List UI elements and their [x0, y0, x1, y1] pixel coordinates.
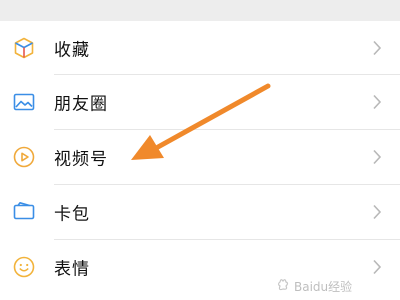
- me-menu-list: 收藏 朋友圈 视频号 卡包 表情: [0, 21, 400, 294]
- menu-item-label: 视频号: [54, 149, 108, 169]
- menu-item-label: 朋友圈: [54, 94, 108, 114]
- play-circle-icon: [12, 145, 36, 169]
- smiley-icon: [12, 255, 36, 279]
- chevron-right-icon: [372, 149, 382, 165]
- menu-item-cards[interactable]: 卡包: [0, 184, 400, 239]
- chevron-right-icon: [372, 259, 382, 275]
- chevron-right-icon: [372, 204, 382, 220]
- menu-item-channels[interactable]: 视频号: [0, 129, 400, 184]
- top-separator-band: [0, 0, 400, 21]
- chevron-right-icon: [372, 40, 382, 56]
- menu-item-label: 表情: [54, 259, 90, 279]
- card-wallet-icon: [12, 200, 36, 224]
- svg-text:Baidu经验: Baidu经验: [294, 279, 352, 294]
- menu-item-moments[interactable]: 朋友圈: [0, 74, 400, 129]
- menu-item-label: 卡包: [54, 204, 90, 224]
- menu-item-label: 收藏: [54, 40, 90, 60]
- menu-item-favorites[interactable]: 收藏: [0, 21, 400, 74]
- chevron-right-icon: [372, 94, 382, 110]
- image-icon: [12, 90, 36, 114]
- cube-icon: [12, 36, 36, 60]
- baidu-jingyan-watermark: Baidu经验: [270, 276, 390, 296]
